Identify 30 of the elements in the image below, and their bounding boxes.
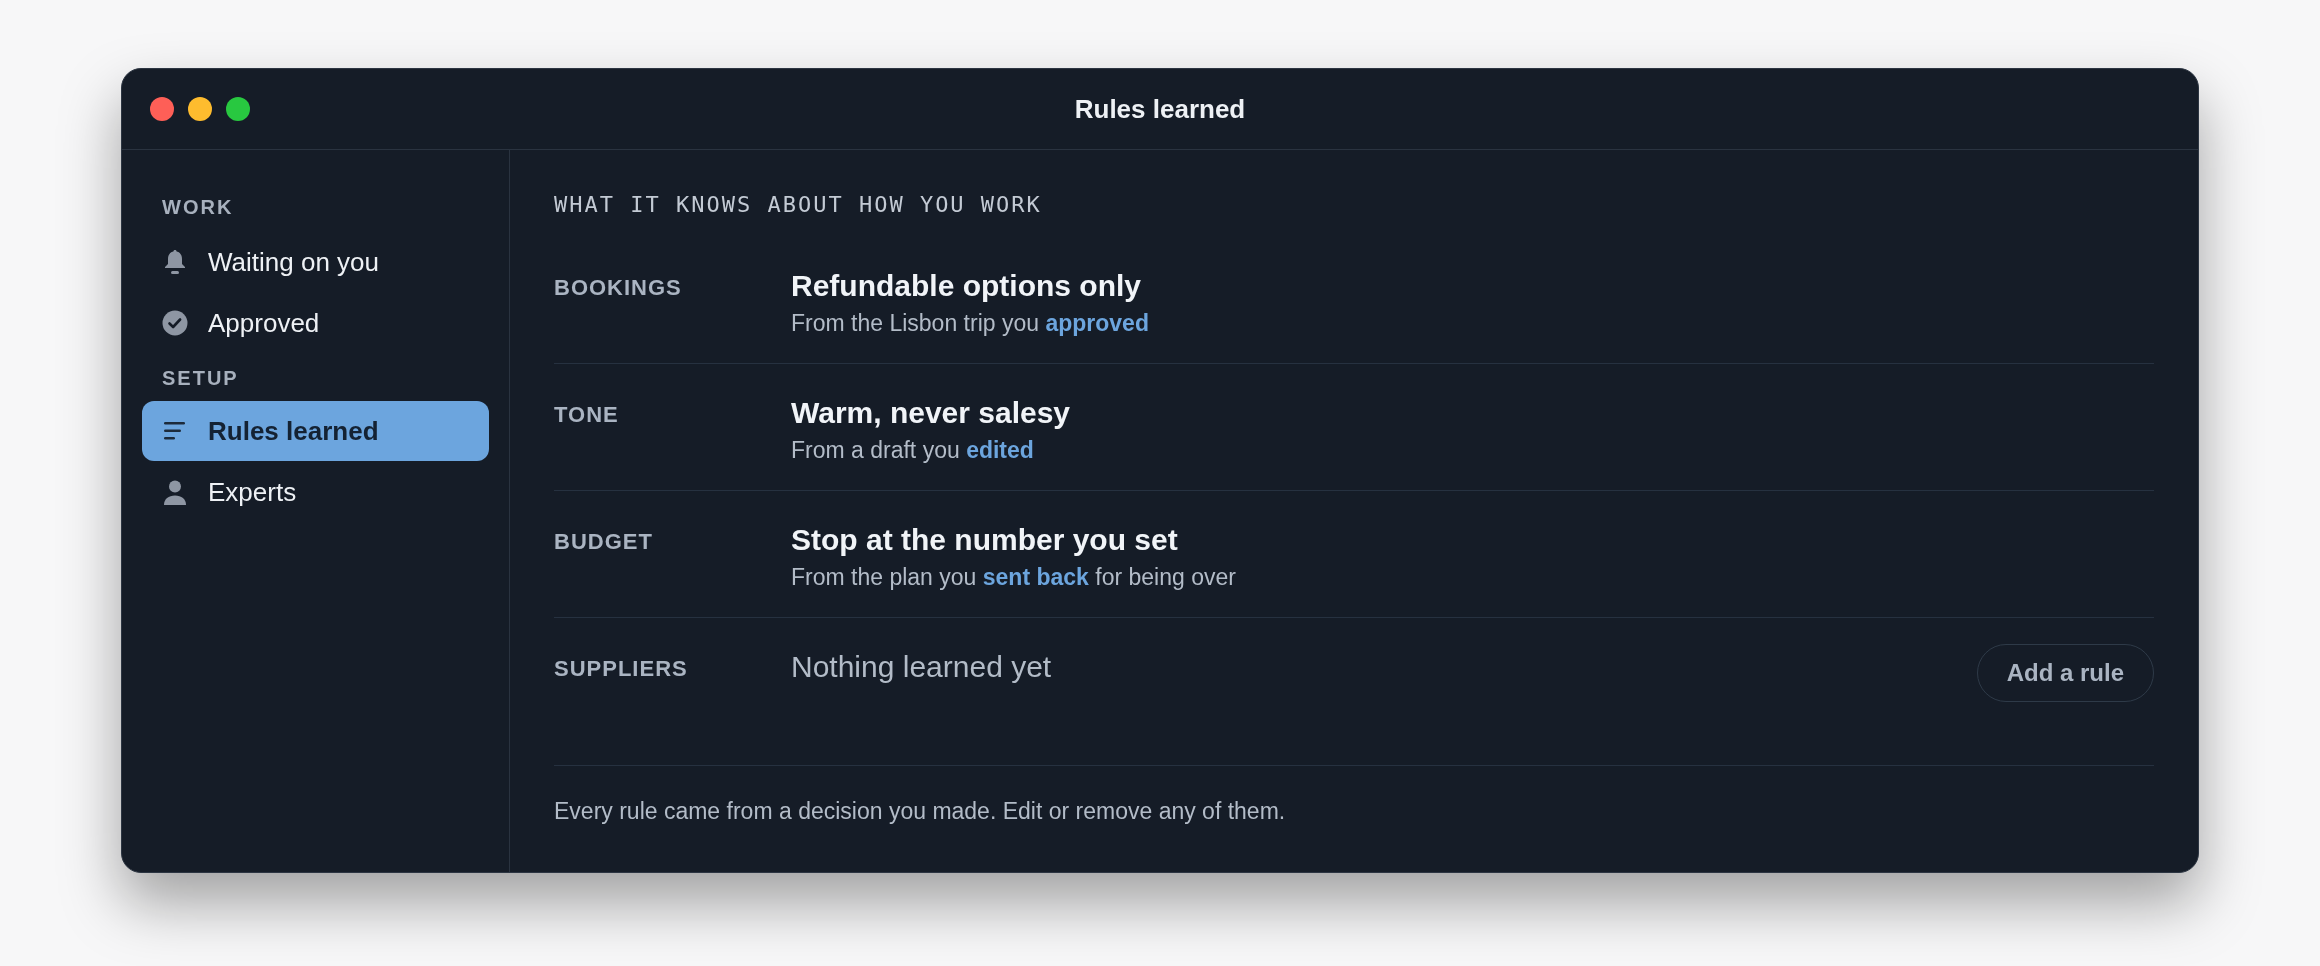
window-title: Rules learned [1074, 92, 1246, 126]
section-label: SETUP [161, 366, 240, 391]
empty-message: Nothing learned yet [791, 649, 1053, 685]
zoom-button[interactable] [226, 97, 250, 121]
rule-title: Refundable options only [791, 268, 1142, 304]
source-link[interactable]: sent back [982, 564, 1089, 590]
minimize-button[interactable] [188, 97, 212, 121]
sidebar-item[interactable]: Experts [142, 462, 489, 522]
list-icon [164, 422, 186, 440]
rule-source: From the Lisbon trip you approved [791, 309, 1149, 338]
sidebar-item[interactable]: Waiting on you [142, 232, 489, 292]
bell-icon [164, 249, 186, 275]
rule-title: Warm, never salesy [791, 395, 1071, 431]
source-link[interactable]: edited [966, 437, 1034, 463]
category-label: SUPPLIERS [554, 655, 689, 683]
footer-note: Every rule came from a decision you made. Edit or remove any of them. [554, 798, 1286, 824]
check-circle-icon [162, 310, 188, 336]
category-label: BUDGET [554, 528, 654, 556]
rule-source: From a draft you edited [791, 436, 1035, 465]
sidebar-item[interactable]: Approved [142, 293, 489, 353]
close-button[interactable] [150, 97, 174, 121]
person-icon [164, 479, 186, 505]
section-label: WORK [161, 195, 235, 220]
source-link[interactable]: approved [1045, 310, 1149, 336]
rule-title: Stop at the number you set [791, 522, 1179, 558]
category-label: BOOKINGS [554, 274, 683, 302]
section-heading: WHAT IT KNOWS ABOUT HOW YOU WORK [554, 191, 1043, 219]
rule-source: From the plan you sent back for being over [791, 563, 1236, 592]
category-label: TONE [554, 401, 620, 429]
sidebar-item[interactable]: Rules learned [142, 401, 489, 461]
